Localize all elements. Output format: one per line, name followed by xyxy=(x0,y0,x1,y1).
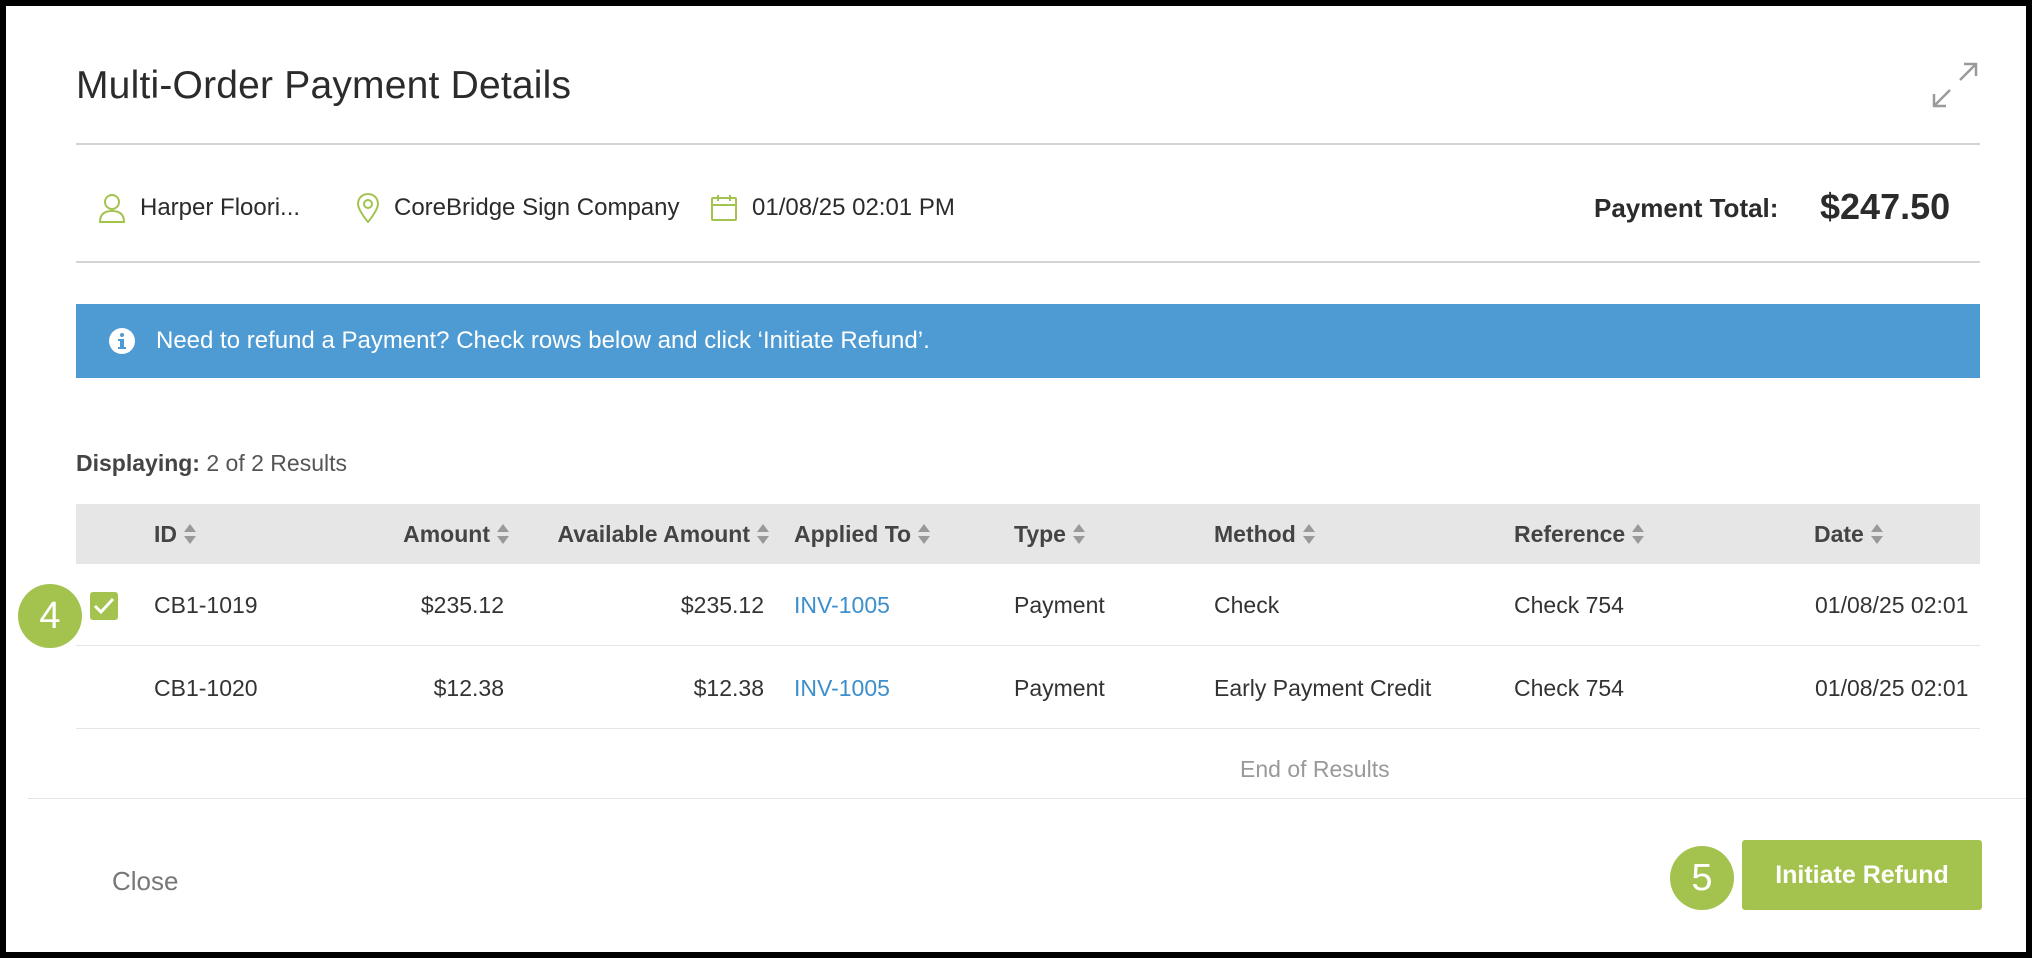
column-header-id[interactable]: ID xyxy=(154,504,197,564)
sort-icon xyxy=(918,524,931,544)
cell-date: 01/08/25 02:01 xyxy=(1815,674,1969,701)
customer-name: Harper Floori... xyxy=(140,194,301,221)
cell-id: CB1-1020 xyxy=(154,674,258,701)
cell-method: Check xyxy=(1214,591,1280,618)
sort-icon xyxy=(1072,524,1085,544)
payment-total-value: $247.50 xyxy=(1820,186,1951,227)
date-info: 01/08/25 02:01 PM xyxy=(710,188,955,228)
cell-amount: $235.12 xyxy=(420,591,504,618)
customer-info: Harper Floori... xyxy=(98,188,300,228)
results-label: Displaying: xyxy=(76,450,200,476)
table-row[interactable]: CB1-1019 $235.12 $235.12 INV-1005 Paymen… xyxy=(76,564,1980,646)
cell-available-amount: $235.12 xyxy=(680,591,764,618)
column-header-date[interactable]: Date xyxy=(1814,504,1884,564)
sort-icon xyxy=(1870,524,1883,544)
modal-title: Multi-Order Payment Details xyxy=(76,64,572,107)
column-header-type[interactable]: Type xyxy=(1014,504,1086,564)
expand-icon[interactable] xyxy=(1930,60,1980,110)
location-pin-icon xyxy=(356,193,380,223)
cell-reference: Check 754 xyxy=(1514,591,1624,618)
column-header-reference[interactable]: Reference xyxy=(1514,504,1645,564)
cell-applied-to-link[interactable]: INV-1005 xyxy=(794,647,890,729)
payment-total-label: Payment Total: xyxy=(1594,193,1779,223)
cell-amount: $12.38 xyxy=(433,674,504,701)
sort-icon xyxy=(1302,524,1315,544)
table-header: ID Amount Available Amount Applied To Ty… xyxy=(76,504,1980,564)
initiate-refund-button[interactable]: Initiate Refund xyxy=(1742,840,1982,910)
close-button[interactable]: Close xyxy=(112,866,178,897)
sort-icon xyxy=(757,524,769,544)
payment-datetime: 01/08/25 02:01 PM xyxy=(752,194,955,221)
refund-info-banner: Need to refund a Payment? Check rows bel… xyxy=(76,304,1980,378)
company-name: CoreBridge Sign Company xyxy=(394,194,680,221)
cell-id: CB1-1019 xyxy=(154,591,258,618)
sort-icon xyxy=(1632,524,1645,544)
user-icon xyxy=(98,194,126,223)
info-icon xyxy=(109,328,135,354)
calendar-icon xyxy=(711,195,737,221)
banner-text: Need to refund a Payment? Check rows bel… xyxy=(156,327,930,354)
column-header-applied-to[interactable]: Applied To xyxy=(794,504,931,564)
step-badge-5: 5 xyxy=(1670,846,1734,910)
cell-method: Early Payment Credit xyxy=(1214,674,1432,701)
results-count: Displaying: 2 of 2 Results xyxy=(76,450,347,477)
info-divider xyxy=(76,261,1980,263)
table-row[interactable]: CB1-1020 $12.38 $12.38 INV-1005 Payment … xyxy=(76,647,1980,729)
sort-icon xyxy=(497,524,509,544)
column-header-amount[interactable]: Amount xyxy=(326,504,510,564)
sort-icon xyxy=(184,524,196,544)
cell-date: 01/08/25 02:01 xyxy=(1815,591,1969,618)
checkmark-icon xyxy=(93,597,115,615)
cell-type: Payment xyxy=(1014,591,1105,618)
results-value: 2 of 2 Results xyxy=(206,450,347,476)
cell-applied-to-link[interactable]: INV-1005 xyxy=(794,564,890,646)
column-header-available-amount[interactable]: Available Amount xyxy=(536,504,770,564)
end-of-results-text: End of Results xyxy=(1240,756,1390,778)
payment-details-modal: Multi-Order Payment Details Harper Floor… xyxy=(6,6,2026,952)
step-badge-4: 4 xyxy=(18,584,82,648)
company-info: CoreBridge Sign Company xyxy=(356,188,679,228)
column-header-method[interactable]: Method xyxy=(1214,504,1316,564)
row-checkbox[interactable] xyxy=(90,592,118,620)
cell-available-amount: $12.38 xyxy=(693,674,764,701)
header-divider xyxy=(76,143,1980,145)
footer-divider xyxy=(28,798,2026,799)
cell-reference: Check 754 xyxy=(1514,674,1624,701)
cell-type: Payment xyxy=(1014,674,1105,701)
